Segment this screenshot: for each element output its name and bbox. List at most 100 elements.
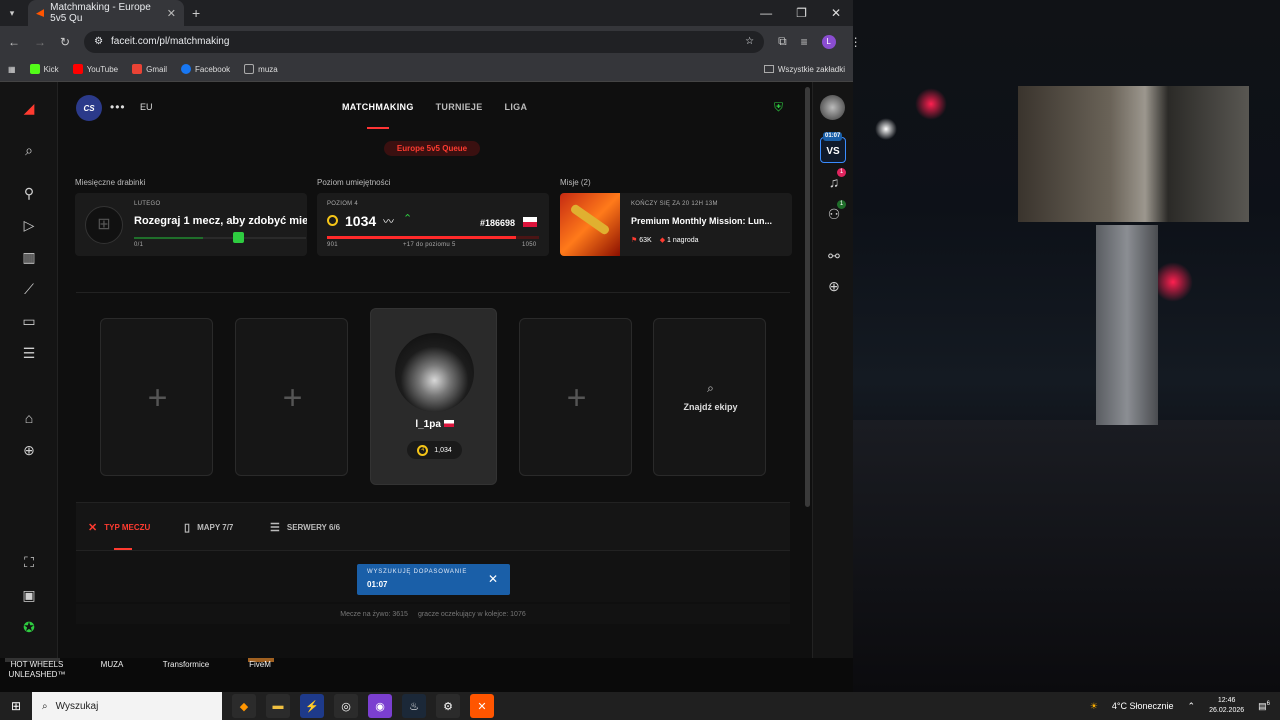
chrome-icon[interactable]: ◉ xyxy=(368,694,392,718)
game-logo[interactable]: CS xyxy=(76,95,102,121)
all-bookmarks[interactable]: Wszystkie zakładki xyxy=(763,65,845,74)
party-slot-empty[interactable]: + xyxy=(519,318,632,476)
back-icon[interactable]: ← xyxy=(8,35,20,49)
bookmark-gmail[interactable]: Gmail xyxy=(132,64,167,74)
ranking-icon[interactable]: ▥ xyxy=(19,247,39,267)
queue-name-badge: Europe 5v5 Queue xyxy=(384,141,480,156)
stats-icon[interactable]: ⟋ xyxy=(19,279,39,299)
bookmark-muza[interactable]: muza xyxy=(244,64,278,74)
reload-icon[interactable]: ↻ xyxy=(60,35,70,49)
kick-icon xyxy=(29,64,40,74)
match-vs-button[interactable]: VS 01:07 xyxy=(820,132,846,163)
browser-tab[interactable]: Matchmaking - Europe 5v5 Qu ✕ xyxy=(28,0,184,26)
bookmarks-bar: ▦ Kick YouTube Gmail Facebook muza Wszys… xyxy=(0,57,853,82)
elo-max: 1050 xyxy=(522,242,537,248)
browser-window: ▾ Matchmaking - Europe 5v5 Qu ✕ + — ❐ ✕ … xyxy=(0,0,862,658)
notification-center-icon[interactable]: ▤6 xyxy=(1258,701,1270,712)
mission-ends: KOŃCZY SIĘ ZA 20 12H 13M xyxy=(631,201,718,207)
obs-icon[interactable]: ◎ xyxy=(334,694,358,718)
minimize-icon[interactable]: — xyxy=(760,6,772,20)
tray-chevron-icon[interactable]: ⌃ xyxy=(1188,701,1196,712)
extensions-icon[interactable]: ⧉ xyxy=(778,34,787,49)
restore-icon[interactable]: ❐ xyxy=(796,6,807,20)
settings-icon[interactable]: ⚙ xyxy=(436,694,460,718)
player-name: l_1pa xyxy=(371,419,498,430)
windows-start-icon[interactable]: ⊞ xyxy=(0,699,32,713)
find-party-button[interactable]: ⌕ Znajdź ekipy xyxy=(653,318,766,476)
clock[interactable]: 12:46 26.02.2026 xyxy=(1209,696,1244,716)
tab-close-icon[interactable]: ✕ xyxy=(167,7,176,20)
tab-bar: ▾ Matchmaking - Europe 5v5 Qu ✕ + — ❐ ✕ xyxy=(0,0,853,26)
weather-text[interactable]: 4°C Słonecznie xyxy=(1112,701,1174,711)
tab-tournaments[interactable]: TURNIEJE xyxy=(436,102,483,112)
bookmark-youtube[interactable]: YouTube xyxy=(72,64,118,74)
skill-card[interactable]: POZIOM 4 1034 〰 ⌃ #186698 901 +17 do poz… xyxy=(317,193,549,256)
mission-card[interactable]: KOŃCZY SIĘ ZA 20 12H 13M Premium Monthly… xyxy=(560,193,792,256)
profile-avatar[interactable]: L xyxy=(821,34,836,49)
file-explorer-icon[interactable]: ▬ xyxy=(266,694,290,718)
user-avatar[interactable] xyxy=(820,95,845,120)
rank-value: #186698 xyxy=(480,218,516,228)
shop-icon[interactable]: ▣ xyxy=(19,585,39,605)
app-icon[interactable]: ⚡ xyxy=(300,694,324,718)
tab-maps[interactable]: ▯ MAPY 7/7 xyxy=(184,521,233,534)
desktop-icon-muza[interactable]: MUZA xyxy=(90,660,134,670)
add-friend-icon[interactable]: ⊕ xyxy=(824,276,844,296)
desktop-icon-transformice[interactable]: Transformice xyxy=(156,660,216,670)
close-window-icon[interactable]: ✕ xyxy=(831,6,841,20)
desktop-icon-hotwheels[interactable]: HOT WHEELS UNLEASHED™ xyxy=(4,660,70,680)
apps-icon[interactable]: ▦ xyxy=(8,65,16,74)
url-field[interactable]: ⚙ faceit.com/pl/matchmaking ☆ xyxy=(84,30,765,53)
search-icon[interactable]: ⌕ xyxy=(19,140,39,160)
ladder-card[interactable]: ⊞ LUTEGO Rozegraj 1 mecz, aby zdobyć mie… xyxy=(75,193,307,256)
add-icon[interactable]: ⊕ xyxy=(19,440,39,460)
elo-value: 1034 xyxy=(345,213,377,229)
player-elo: 1,034 xyxy=(434,446,452,454)
party-slot-empty[interactable]: + xyxy=(100,318,213,476)
tab-matchmaking[interactable]: MATCHMAKING xyxy=(342,102,414,112)
desktop-icon-fivem[interactable]: FiveM xyxy=(240,660,280,670)
weather-icon[interactable]: ☀ xyxy=(1090,701,1098,712)
ladder-icon: ⊞ xyxy=(85,206,123,244)
tab-search-icon[interactable]: ▾ xyxy=(0,8,24,19)
media-icon[interactable]: ≡ xyxy=(801,35,808,49)
plus-icon: + xyxy=(566,379,587,417)
brave-icon[interactable]: ◆ xyxy=(232,694,256,718)
new-tab-button[interactable]: + xyxy=(192,5,200,21)
site-info-icon[interactable]: ⚙ xyxy=(94,36,103,47)
party-finder-icon[interactable]: ⚯ xyxy=(824,246,844,266)
video-icon[interactable]: ▭ xyxy=(19,311,39,331)
faceit-app-icon[interactable]: ✕ xyxy=(470,694,494,718)
folder-icon xyxy=(763,65,774,73)
cancel-search-icon[interactable]: ✕ xyxy=(488,572,498,586)
scrollbar[interactable] xyxy=(805,87,810,507)
list-icon[interactable]: ☰ xyxy=(19,343,39,363)
more-icon[interactable]: ••• xyxy=(110,100,126,114)
crossed-swords-icon: ✕ xyxy=(88,522,98,534)
tab-servers[interactable]: ☰ SERWERY 6/6 xyxy=(270,521,340,534)
steam-icon[interactable]: ♨ xyxy=(402,694,426,718)
taskbar-search[interactable]: ⌕ Wyszukaj xyxy=(32,692,222,720)
forward-icon[interactable]: → xyxy=(34,35,46,49)
bookmark-facebook[interactable]: Facebook xyxy=(181,64,230,74)
bookmark-kick[interactable]: Kick xyxy=(29,64,59,74)
region-label[interactable]: EU xyxy=(140,102,153,112)
anticheat-shield-icon[interactable]: ⛨ xyxy=(774,100,786,114)
party-slot-empty[interactable]: + xyxy=(235,318,348,476)
play-icon[interactable]: ▷ xyxy=(19,215,39,235)
fullscreen-icon[interactable]: ⛶ xyxy=(19,552,39,572)
desktop: ▾ Matchmaking - Europe 5v5 Qu ✕ + — ❐ ✕ … xyxy=(0,0,1280,720)
menu-icon[interactable]: ⋮ xyxy=(850,35,862,49)
bookmark-star-icon[interactable]: ☆ xyxy=(745,36,754,47)
tab-match-type[interactable]: ✕ TYP MECZU xyxy=(88,521,150,534)
matchmaking-search-box: WYSZUKUJĘ DOPASOWANIE 01:07 ✕ xyxy=(357,564,510,595)
party-slot-player[interactable]: l_1pa 4 1,034 xyxy=(370,308,497,485)
clubs-icon[interactable]: ⌂ xyxy=(19,408,39,428)
tab-league[interactable]: LIGA xyxy=(505,102,528,112)
vs-timer: 01:07 xyxy=(823,132,843,141)
find-players-icon[interactable]: ⚲ xyxy=(19,183,39,203)
youtube-icon xyxy=(72,64,83,74)
faceit-logo-icon[interactable]: ◢ xyxy=(19,98,39,118)
elo-progress-bar xyxy=(327,236,539,239)
premium-icon[interactable]: ✪ xyxy=(19,617,39,637)
